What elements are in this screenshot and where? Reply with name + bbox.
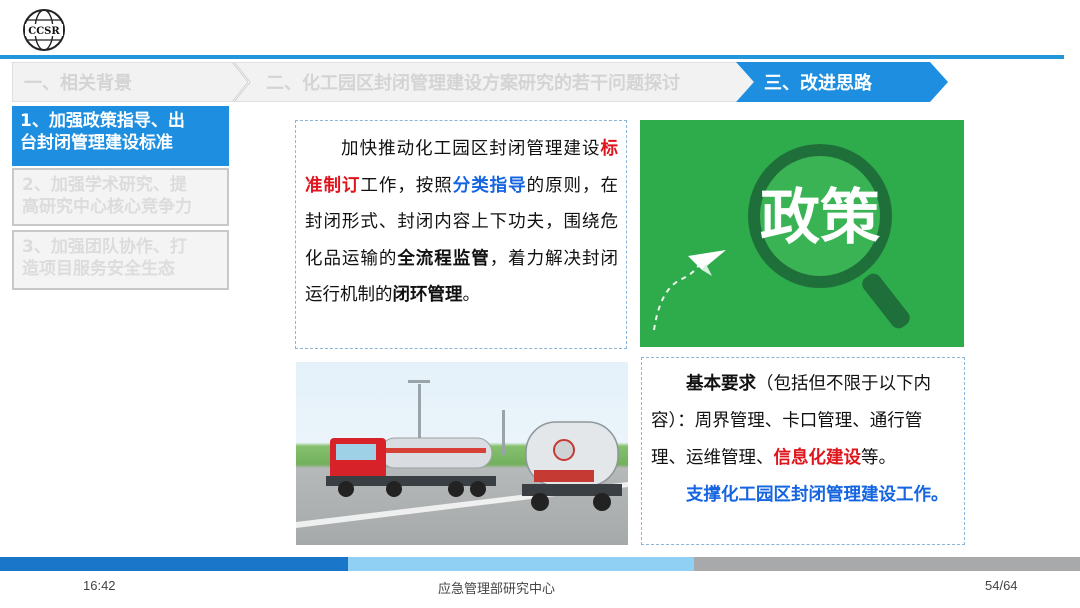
footer-time: 16:42 [83,578,116,593]
text-segment: 工作，按照 [360,175,453,196]
text-segment: 加快推动化工园区封闭管理建设 [340,139,601,159]
tanker-trucks-photo [296,362,628,545]
sidebar-item-line: 造项目服务安全生态 [22,259,175,279]
requirements-title: 基本要求 [686,374,756,394]
text-segment: 。 [462,285,481,305]
svg-text:CCSR: CCSR [28,26,60,37]
sidebar-item-line: 2、加强学术研究、提 [22,175,187,195]
nav-tab-improvement[interactable]: 三、改进思路 [736,62,948,102]
policy-image-text: 政策 [760,183,880,253]
nav-tab-label: 一、相关背景 [24,73,132,94]
requirements-box: 基本要求（包括但不限于以下内容）：周界管理、卡口管理、通行管理、运维管理、信息化… [641,357,965,545]
sidebar-item-teamwork[interactable]: 3、加强团队协作、打 造项目服务安全生态 [12,230,229,290]
support-statement: 支撑化工园区封闭管理建设工作。 [686,485,949,505]
highlight-classification: 分类指导 [452,175,527,196]
nav-tab-discussion[interactable]: 二、化工园区封闭管理建设方案研究的若干问题探讨 [234,62,754,102]
nav-tab-background[interactable]: 一、相关背景 [12,62,248,102]
highlight-closed-loop: 闭环管理 [392,285,463,305]
sidebar-item-research[interactable]: 2、加强学术研究、提 高研究中心核心竞争力 [12,168,229,226]
header-rule [0,55,1064,59]
policy-image: 政策 [640,120,964,347]
footer-bar-gray [694,557,1080,571]
nav-tab-label: 二、化工园区封闭管理建设方案研究的若干问题探讨 [266,73,680,94]
highlight-informatization: 信息化建设 [773,448,862,468]
standards-text-box: 加快推动化工园区封闭管理建设标准制订工作，按照分类指导的原则，在封闭形式、封闭内… [295,120,627,349]
footer-bar-dark [0,557,348,571]
sidebar-item-policy[interactable]: 1、加强政策指导、出 台封闭管理建设标准 [12,106,229,166]
text-segment: 等。 [861,448,896,468]
sidebar-item-line: 高研究中心核心竞争力 [22,197,192,217]
sidebar-item-line: 1、加强政策指导、出 [20,111,185,131]
highlight-full-process: 全流程监管 [397,248,490,269]
nav-tab-label: 三、改进思路 [764,73,872,94]
footer-bar-light [348,557,694,571]
page-number: 54/64 [985,578,1018,593]
ccsr-logo: CCSR [23,9,65,51]
footer-organization: 应急管理部研究中心 [438,581,556,596]
sidebar-item-line: 3、加强团队协作、打 [22,237,187,257]
sidebar-item-line: 台封闭管理建设标准 [20,133,173,153]
